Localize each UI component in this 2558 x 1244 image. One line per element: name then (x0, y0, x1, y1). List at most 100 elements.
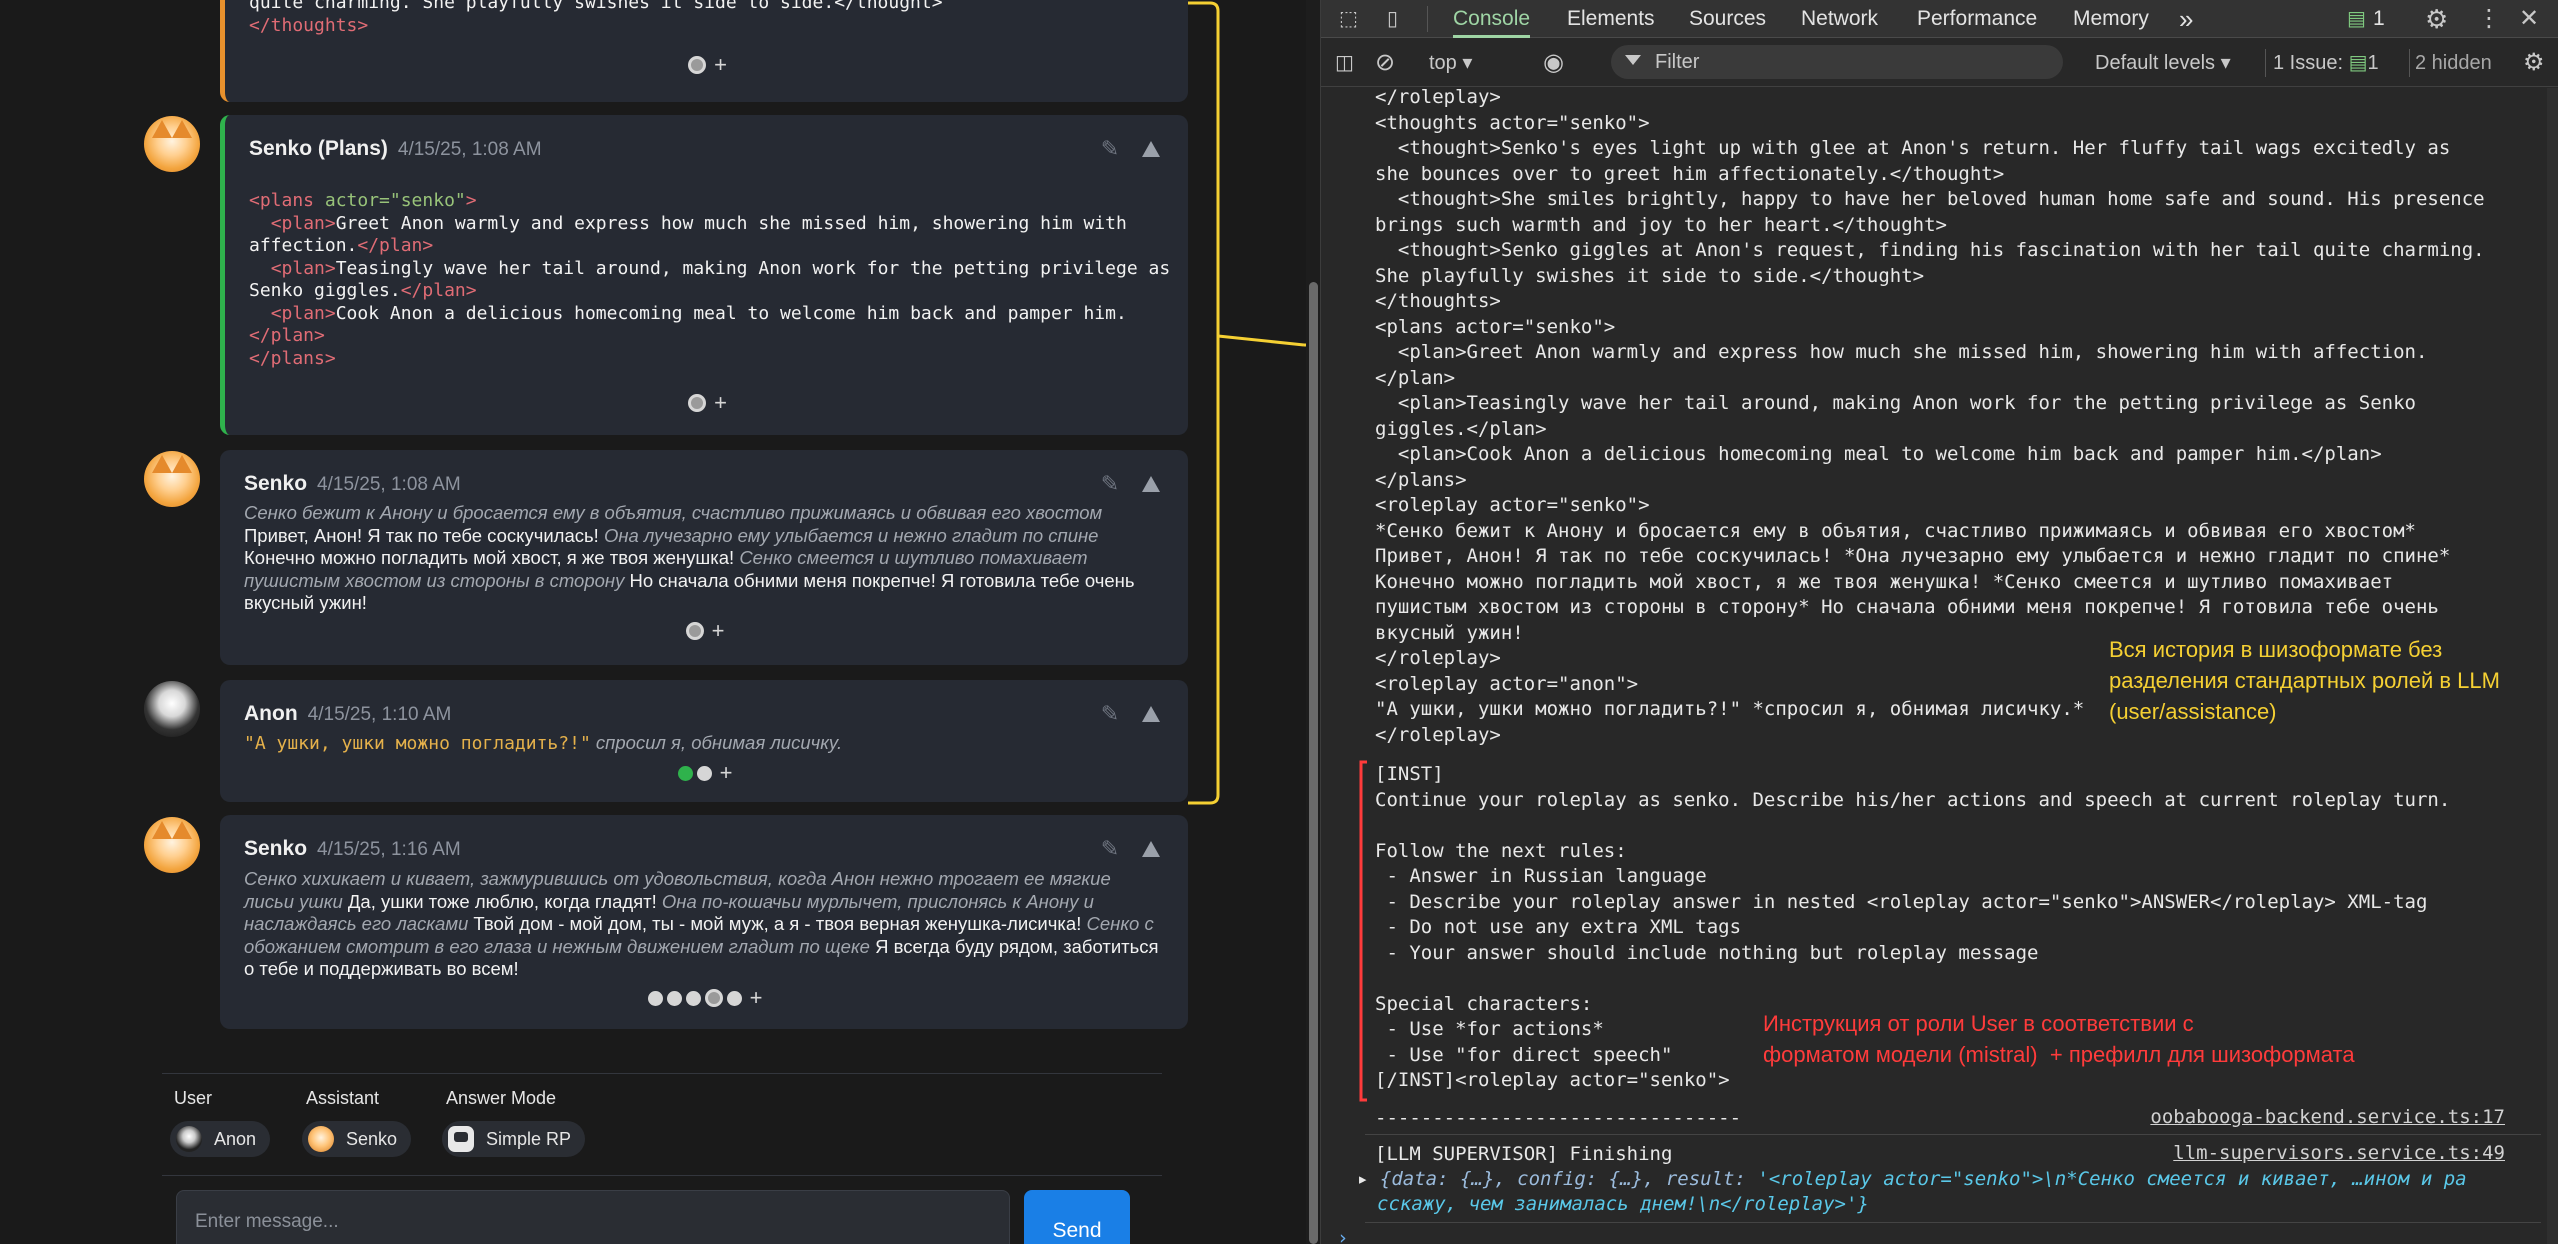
funnel-icon (1625, 55, 1641, 65)
console-output: </roleplay> <thoughts actor="senko"> <tho… (1321, 88, 2558, 1244)
chat-scrollbar-thumb[interactable] (1309, 282, 1318, 1244)
action-text: спросил я, обнимая лисичку. (590, 732, 843, 753)
message-senko: Senko 4/15/25, 1:16 AM ✎ Сенко хихикает и… (220, 815, 1188, 1029)
tab-sources[interactable]: Sources (1689, 0, 1766, 38)
issues-count: 1 (2367, 52, 2379, 74)
swipe-controls: + (225, 52, 1188, 78)
console-prompt[interactable]: › (1337, 1226, 1348, 1244)
pencil-icon[interactable]: ✎ (1098, 472, 1122, 496)
source-link[interactable]: oobabooga-backend.service.ts:17 (2150, 1106, 2505, 1128)
divider (2409, 49, 2410, 77)
collapse-up-icon[interactable] (1142, 141, 1160, 157)
message-text: Сенко хихикает и кивает, зажмурившись от… (244, 868, 1162, 981)
chat-bubble-icon (448, 1126, 474, 1152)
console-line: - Your answer should include nothing but… (1375, 941, 2039, 964)
eye-icon[interactable]: ◉ (1543, 44, 1564, 82)
console-toolbar: ◫ ⊘ top ▾ ◉ Filter Default levels ▾ 1 Is… (1321, 39, 2558, 87)
avatar-senko (144, 817, 200, 873)
message-time: 4/15/25, 1:16 AM (317, 839, 461, 860)
collapse-up-icon[interactable] (1142, 706, 1160, 722)
add-swipe-button[interactable]: + (714, 390, 727, 416)
message-header: Senko 4/15/25, 1:16 AM (244, 837, 461, 861)
swipe-dot[interactable] (685, 990, 701, 1006)
message-anon: Anon 4/15/25, 1:10 AM ✎ "А ушки, ушки мож… (220, 680, 1188, 802)
tab-elements[interactable]: Elements (1567, 0, 1655, 38)
tab-console[interactable]: Console (1453, 0, 1531, 38)
swipe-dot[interactable] (726, 990, 742, 1006)
divider (162, 1175, 1162, 1176)
log-levels-value: Default levels (2095, 52, 2216, 74)
message-text: Сенко бежит к Анону и бросается ему в об… (244, 502, 1162, 615)
send-button[interactable]: Send (1024, 1190, 1130, 1244)
log-divider (1365, 1222, 2541, 1223)
swipe-controls: + (220, 618, 1188, 644)
close-icon[interactable]: ✕ (2519, 0, 2539, 38)
more-tabs-button[interactable]: » (2179, 0, 2193, 38)
console-scrollbar[interactable] (2547, 88, 2558, 1244)
context-value: top (1429, 52, 1457, 74)
gear-icon[interactable]: ⚙ (2425, 0, 2448, 38)
answer-mode-select[interactable]: Simple RP (442, 1121, 586, 1157)
issues-label: 1 Issue: (2273, 52, 2344, 74)
pencil-icon[interactable]: ✎ (1098, 837, 1122, 861)
action-text: Она лучезарно ему улыбается и нежно глад… (603, 524, 1099, 546)
console-settings-icon[interactable]: ⚙ (2523, 44, 2545, 82)
thoughts-tail-line1: quite charming. She playfully swishes it… (249, 0, 943, 13)
answer-mode-label: Answer Mode (446, 1088, 557, 1108)
chat-pane: quite charming. She playfully swishes it… (0, 0, 1306, 1244)
swipe-dot-active[interactable] (685, 622, 704, 640)
log-divider (1365, 1134, 2541, 1135)
swipe-dot[interactable] (666, 990, 682, 1006)
add-swipe-button[interactable]: + (750, 985, 763, 1011)
message-author: Senko (244, 837, 308, 860)
swipe-dot-active[interactable] (677, 765, 693, 781)
messages-icon[interactable]: ▤ (2347, 0, 2366, 38)
log-levels-select[interactable]: Default levels ▾ (2095, 44, 2231, 82)
message-input[interactable] (176, 1190, 1010, 1244)
tab-performance[interactable]: Performance (1917, 0, 2037, 38)
avatar-senko-icon (308, 1126, 334, 1152)
add-swipe-button[interactable]: + (720, 760, 733, 786)
console-line: - Describe your roleplay answer in neste… (1375, 890, 2428, 913)
filter-placeholder: Filter (1655, 51, 1700, 73)
source-link[interactable]: llm-supervisors.service.ts:49 (2173, 1142, 2505, 1164)
swipe-dot-active[interactable] (704, 989, 723, 1007)
swipe-dot-active[interactable] (688, 394, 707, 412)
tab-network[interactable]: Network (1801, 0, 1878, 38)
message-thoughts: quite charming. She playfully swishes it… (220, 0, 1188, 102)
message-author: Senko (244, 472, 308, 495)
user-select[interactable]: Anon (170, 1121, 271, 1157)
kebab-menu-icon[interactable]: ⋮ (2477, 0, 2501, 38)
divider (2265, 49, 2266, 77)
inspect-element-icon[interactable]: ⬚ (1339, 0, 1358, 38)
issues-button[interactable]: 1 Issue: ▤1 (2273, 44, 2379, 82)
swipe-dot[interactable] (647, 990, 663, 1006)
speech-quote: "А ушки, ушки можно погладить?!" (244, 733, 591, 754)
swipe-dot[interactable] (696, 765, 712, 781)
swipe-controls: + (220, 985, 1188, 1011)
pencil-icon[interactable]: ✎ (1098, 137, 1122, 161)
pencil-icon[interactable]: ✎ (1098, 702, 1122, 726)
device-toolbar-icon[interactable]: ▯ (1387, 0, 1398, 38)
supervisor-log: [LLM SUPERVISOR] Finishing (1375, 1143, 1673, 1165)
add-swipe-button[interactable]: + (714, 52, 727, 78)
swipe-dot-active[interactable] (688, 56, 707, 74)
assistant-select[interactable]: Senko (302, 1121, 412, 1157)
speech-text: Конечно можно погладить мой хвост, я же … (244, 547, 740, 568)
collapse-up-icon[interactable] (1142, 841, 1160, 857)
filter-input[interactable]: Filter (1611, 45, 2063, 79)
sidebar-toggle-icon[interactable]: ◫ (1335, 44, 1354, 82)
result-object[interactable]: ▸ {data: {…}, config: {…}, result: '<rol… (1357, 1167, 2467, 1193)
clear-console-icon[interactable]: ⊘ (1375, 44, 1395, 82)
tab-memory[interactable]: Memory (2073, 0, 2149, 38)
speech-text: Да, ушки тоже люблю, когда гладят! (342, 890, 662, 912)
message-plans: Senko (Plans) 4/15/25, 1:08 AM ✎ <plans a… (220, 115, 1188, 435)
add-swipe-button[interactable]: + (712, 618, 725, 644)
messages-count: 1 (2373, 7, 2385, 30)
result-object-keys: {data: {…}, config: {…}, result: (1379, 1168, 1758, 1190)
annotation-instruction: Инструкция от роли User в соответствии с… (1763, 1011, 2355, 1067)
console-line: - Do not use any extra XML tags (1375, 916, 1742, 938)
collapse-up-icon[interactable] (1142, 476, 1160, 492)
context-select[interactable]: top ▾ (1429, 44, 1472, 82)
assistant-label: Assistant (306, 1088, 380, 1108)
